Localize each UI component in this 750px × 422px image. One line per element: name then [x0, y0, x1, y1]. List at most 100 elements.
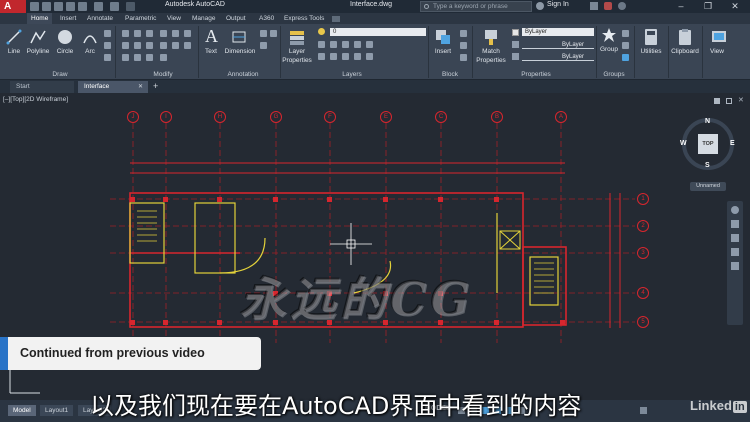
- layer-tool-icon[interactable]: [330, 53, 337, 60]
- layer-tool-icon[interactable]: [342, 41, 349, 48]
- ucs-menu[interactable]: Unnamed: [690, 182, 726, 191]
- showmotion-icon[interactable]: [731, 262, 739, 270]
- trim-icon[interactable]: [146, 30, 153, 37]
- viewcube-north[interactable]: N: [705, 118, 710, 125]
- create-block-icon[interactable]: [460, 30, 467, 37]
- tab-model[interactable]: Model: [8, 405, 36, 416]
- minimize-button[interactable]: –: [670, 0, 692, 13]
- save-icon[interactable]: [54, 2, 63, 11]
- stretch-icon[interactable]: [122, 54, 129, 61]
- exchange-icon[interactable]: [590, 2, 598, 10]
- layer-properties-label-1[interactable]: Layer: [282, 48, 312, 55]
- properties-panel-title[interactable]: Properties: [508, 70, 564, 80]
- sign-in-link[interactable]: Sign In: [547, 1, 569, 8]
- layers-panel-title[interactable]: Layers: [322, 70, 382, 80]
- tab-parametric[interactable]: Parametric: [121, 13, 160, 24]
- application-menu-button[interactable]: A: [0, 0, 26, 13]
- line-button[interactable]: Line: [2, 48, 26, 55]
- new-tab-button[interactable]: +: [153, 81, 158, 91]
- viewcube-east[interactable]: E: [730, 140, 735, 147]
- match-properties-label-2[interactable]: Properties: [474, 57, 508, 64]
- move-icon[interactable]: [122, 30, 129, 37]
- layer-tool-icon[interactable]: [318, 53, 325, 60]
- plot-icon[interactable]: [78, 2, 87, 11]
- linetype-dropdown[interactable]: ByLayer: [522, 53, 594, 61]
- close-tab-icon[interactable]: ✕: [138, 83, 143, 90]
- array-icon[interactable]: [146, 54, 153, 61]
- scale-icon[interactable]: [134, 54, 141, 61]
- close-button[interactable]: ✕: [724, 0, 746, 13]
- new-icon[interactable]: [30, 2, 39, 11]
- lineweight-dropdown[interactable]: ByLayer: [522, 41, 594, 49]
- tab-insert[interactable]: Insert: [56, 13, 80, 24]
- ungroup-icon[interactable]: [622, 30, 629, 37]
- block-panel-title[interactable]: Block: [430, 70, 470, 80]
- layer-tool-icon[interactable]: [330, 41, 337, 48]
- layer-dropdown[interactable]: 0: [330, 28, 426, 36]
- group-edit-icon[interactable]: [622, 42, 629, 49]
- ribbon-minimize-icon[interactable]: [332, 16, 340, 22]
- erase-icon[interactable]: [160, 30, 167, 37]
- edit-block-icon[interactable]: [460, 42, 467, 49]
- steering-wheel-icon[interactable]: [731, 206, 739, 214]
- arc-button[interactable]: Arc: [78, 48, 102, 55]
- clipboard-button[interactable]: Clipboard: [668, 48, 702, 55]
- open-icon[interactable]: [42, 2, 51, 11]
- offset-icon[interactable]: [184, 30, 191, 37]
- rotate-icon[interactable]: [134, 30, 141, 37]
- tab-manage[interactable]: Manage: [188, 13, 220, 24]
- hatch-icon[interactable]: [104, 42, 111, 49]
- utilities-button[interactable]: Utilities: [636, 48, 666, 55]
- layer-tool-icon[interactable]: [342, 53, 349, 60]
- copy-icon[interactable]: [122, 42, 129, 49]
- restore-button[interactable]: ❐: [697, 0, 719, 13]
- orbit-icon[interactable]: [731, 248, 739, 256]
- redo-icon[interactable]: [110, 2, 119, 11]
- modify-panel-title[interactable]: Modify: [128, 70, 198, 80]
- tab-a360[interactable]: A360: [255, 13, 278, 24]
- leader-icon[interactable]: [260, 30, 267, 37]
- layer-properties-label-2[interactable]: Properties: [280, 57, 314, 64]
- groups-panel-title[interactable]: Groups: [597, 70, 631, 80]
- chamfer-icon[interactable]: [184, 42, 191, 49]
- viewcube-west[interactable]: W: [680, 140, 687, 147]
- tab-output[interactable]: Output: [222, 13, 250, 24]
- view-button[interactable]: View: [704, 48, 730, 55]
- annotation-panel-title[interactable]: Annotation: [208, 70, 278, 80]
- pan-icon[interactable]: [731, 220, 739, 228]
- rectangle-icon[interactable]: [104, 30, 111, 37]
- quick-access-dropdown-icon[interactable]: [126, 2, 135, 11]
- help-icon[interactable]: [618, 2, 626, 10]
- annotation-dropdown-icon[interactable]: [270, 30, 277, 37]
- layer-tool-icon[interactable]: [354, 53, 361, 60]
- join-icon[interactable]: [172, 42, 179, 49]
- fillet-icon[interactable]: [146, 42, 153, 49]
- zoom-icon[interactable]: [731, 234, 739, 242]
- color-dropdown[interactable]: ByLayer: [522, 28, 594, 36]
- search-input[interactable]: Type a keyword or phrase: [420, 1, 532, 12]
- dimension-button[interactable]: Dimension: [222, 48, 258, 55]
- layer-tool-icon[interactable]: [366, 53, 373, 60]
- gradient-icon[interactable]: [104, 54, 111, 61]
- tab-start[interactable]: Start: [10, 81, 74, 93]
- match-properties-label-1[interactable]: Match: [476, 48, 506, 55]
- table-icon[interactable]: [260, 42, 267, 49]
- viewcube-south[interactable]: S: [705, 162, 710, 169]
- layer-tool-icon[interactable]: [354, 41, 361, 48]
- lengthen-icon[interactable]: [160, 54, 167, 61]
- layer-tool-icon[interactable]: [318, 41, 325, 48]
- insert-button[interactable]: Insert: [430, 48, 456, 55]
- mirror-icon[interactable]: [134, 42, 141, 49]
- circle-button[interactable]: Circle: [52, 48, 78, 55]
- break-icon[interactable]: [160, 42, 167, 49]
- tab-annotate[interactable]: Annotate: [83, 13, 117, 24]
- group-button[interactable]: Group: [597, 46, 621, 53]
- layer-tool-icon[interactable]: [366, 41, 373, 48]
- tab-layout1[interactable]: Layout1: [40, 405, 74, 416]
- tab-express-tools[interactable]: Express Tools: [280, 13, 328, 24]
- draw-panel-title[interactable]: Draw: [30, 70, 90, 80]
- polyline-button[interactable]: Polyline: [24, 48, 52, 55]
- explode-icon[interactable]: [172, 30, 179, 37]
- autodesk-app-store-icon[interactable]: [604, 2, 612, 10]
- save-as-icon[interactable]: [66, 2, 75, 11]
